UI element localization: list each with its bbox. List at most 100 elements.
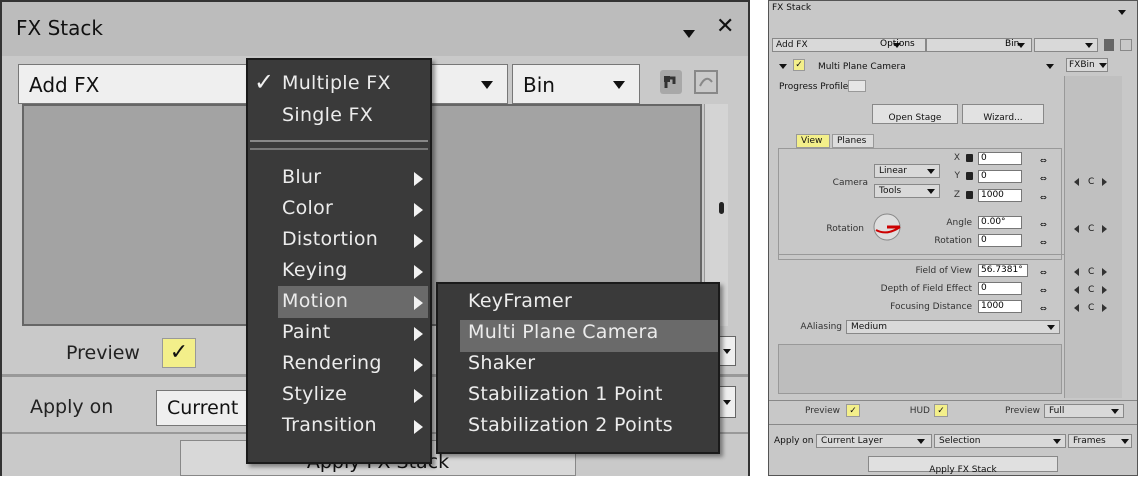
right-panel-title: FX Stack xyxy=(772,3,812,13)
right-key-next-icon-5[interactable] xyxy=(1102,304,1107,312)
right-scroll-track[interactable] xyxy=(1064,76,1122,398)
right-key-next-icon[interactable] xyxy=(1102,178,1107,186)
menu-item-label: Color xyxy=(282,197,334,219)
right-fxbin-dropdown[interactable]: FXBin xyxy=(1066,58,1108,72)
right-focus-input[interactable]: 1000 xyxy=(978,300,1022,313)
right-link-icon-5[interactable]: ⇔ xyxy=(1040,238,1047,247)
right-link-icon-6[interactable]: ⇔ xyxy=(1040,268,1047,277)
menu-item-blur[interactable]: Blur xyxy=(282,164,428,192)
left-bin-arrow-icon xyxy=(613,81,625,89)
right-dof-label: Depth of Field Effect xyxy=(880,284,972,294)
submenu-arrow-icon xyxy=(414,203,423,217)
right-camera-linear-dropdown[interactable]: Linear xyxy=(874,164,940,178)
submenu-item-stabilization-2-points[interactable]: Stabilization 2 Points xyxy=(468,414,673,436)
left-undo-icon[interactable] xyxy=(660,70,682,94)
menu-item-keying[interactable]: Keying xyxy=(282,257,428,285)
menu-item-single-fx[interactable]: Single FX xyxy=(282,104,373,126)
right-z-input[interactable]: 1000 xyxy=(978,189,1022,202)
right-key-next-icon-2[interactable] xyxy=(1102,225,1107,233)
right-tab-planes[interactable]: Planes xyxy=(832,134,874,148)
right-options-label[interactable]: Options xyxy=(880,39,915,49)
right-apply-on-label: Apply on xyxy=(774,436,814,446)
right-key-prev-icon-3[interactable] xyxy=(1074,268,1079,276)
submenu-item-stabilization-1-point[interactable]: Stabilization 1 Point xyxy=(468,383,663,405)
menu-item-color[interactable]: Color xyxy=(282,195,428,223)
right-current-layer-dropdown[interactable]: Current Layer xyxy=(816,434,932,448)
right-link-icon-2[interactable]: ⇔ xyxy=(1040,174,1047,183)
menu-item-stylize[interactable]: Stylize xyxy=(282,381,428,409)
right-lower-empty-area xyxy=(778,344,1062,394)
left-preview-checkbox[interactable]: ✓ xyxy=(162,338,196,368)
right-dof-input[interactable]: 0 xyxy=(978,282,1022,295)
left-close-icon[interactable]: ✕ xyxy=(716,16,734,38)
right-key-c-4[interactable]: C xyxy=(1088,285,1094,295)
right-undo-icon[interactable] xyxy=(1104,39,1114,51)
right-wizard-button[interactable]: Wizard... xyxy=(962,104,1044,124)
right-key-next-icon-4[interactable] xyxy=(1102,286,1107,294)
menu-item-distortion[interactable]: Distortion xyxy=(282,226,428,254)
right-link-icon-1[interactable]: ⇔ xyxy=(1040,156,1047,165)
right-fx-name-dropdown[interactable] xyxy=(1046,64,1054,69)
right-tab-view[interactable]: View xyxy=(796,134,830,148)
right-key-c[interactable]: C xyxy=(1088,177,1094,187)
left-add-fx-dropdown[interactable]: Add FX xyxy=(18,64,258,104)
submenu-item-multi-plane-camera[interactable]: Multi Plane Camera xyxy=(468,321,659,343)
right-apply-fx-stack-button[interactable]: Apply FX Stack xyxy=(868,456,1058,475)
right-key-next-icon-3[interactable] xyxy=(1102,268,1107,276)
right-y-label: Y xyxy=(954,171,961,181)
right-bottom-divider xyxy=(769,400,1137,401)
menu-item-label: Distortion xyxy=(282,228,379,250)
left-collapse-icon[interactable] xyxy=(683,30,695,38)
right-key-c-5[interactable]: C xyxy=(1088,303,1094,313)
submenu-item-shaker[interactable]: Shaker xyxy=(468,352,535,374)
left-scroll-handle[interactable] xyxy=(719,202,724,214)
left-apply-on-dropdown-edge[interactable] xyxy=(720,386,736,418)
right-progress-profile-box[interactable] xyxy=(848,80,866,92)
menu-item-motion[interactable]: Motion xyxy=(282,288,428,316)
menu-item-rendering[interactable]: Rendering xyxy=(282,350,428,378)
left-bin-dropdown[interactable]: Bin xyxy=(512,64,640,104)
right-link-icon-4[interactable]: ⇔ xyxy=(1040,220,1047,229)
right-hud-checkbox[interactable]: ✓ xyxy=(934,404,948,417)
left-options-dropdown[interactable] xyxy=(428,64,508,104)
right-bin-label[interactable]: Bin xyxy=(1005,39,1019,49)
right-redo-icon[interactable] xyxy=(1120,39,1132,51)
right-key-prev-icon-2[interactable] xyxy=(1074,225,1079,233)
right-angle-input[interactable]: 0.00° xyxy=(978,216,1022,229)
right-link-icon-3[interactable]: ⇔ xyxy=(1040,193,1047,202)
left-redo-icon[interactable] xyxy=(692,68,720,96)
right-fx-expand-icon[interactable] xyxy=(779,64,787,69)
right-frames-dropdown[interactable]: Frames xyxy=(1068,434,1132,448)
right-aliasing-dropdown[interactable]: Medium xyxy=(846,320,1060,334)
right-link-icon-8[interactable]: ⇔ xyxy=(1040,304,1047,313)
right-x-lock-icon[interactable] xyxy=(966,154,973,162)
right-y-input[interactable]: 0 xyxy=(978,170,1022,183)
menu-item-transition[interactable]: Transition xyxy=(282,412,428,440)
right-key-prev-icon-5[interactable] xyxy=(1074,304,1079,312)
menu-item-multiple-fx[interactable]: Multiple FX xyxy=(282,72,391,94)
right-key-prev-icon[interactable] xyxy=(1074,178,1079,186)
right-key-prev-icon-4[interactable] xyxy=(1074,286,1079,294)
right-fov-input[interactable]: 56.7381° xyxy=(978,264,1028,277)
right-key-c-2[interactable]: C xyxy=(1088,224,1094,234)
right-collapse-icon[interactable] xyxy=(1118,10,1126,15)
right-bin-dropdown[interactable] xyxy=(1034,38,1098,52)
right-z-lock-icon[interactable] xyxy=(966,191,973,199)
right-selection-dropdown[interactable]: Selection xyxy=(934,434,1066,448)
right-x-input[interactable]: 0 xyxy=(978,152,1022,165)
right-open-stage-button[interactable]: Open Stage xyxy=(872,104,958,124)
right-rotation-dial-icon[interactable] xyxy=(872,212,902,242)
right-link-icon-7[interactable]: ⇔ xyxy=(1040,286,1047,295)
right-camera-tools-dropdown[interactable]: Tools xyxy=(874,184,940,198)
right-preview2-label: Preview xyxy=(1004,406,1040,416)
right-rotation-label: Rotation xyxy=(826,224,864,234)
menu-item-paint[interactable]: Paint xyxy=(282,319,428,347)
right-y-lock-icon[interactable] xyxy=(966,172,973,180)
left-preview-dropdown-edge[interactable] xyxy=(720,336,736,366)
right-preview-checkbox[interactable]: ✓ xyxy=(846,404,860,417)
right-fx-enabled-checkbox[interactable]: ✓ xyxy=(793,59,805,71)
right-preview2-dropdown[interactable]: Full xyxy=(1044,404,1124,418)
right-rotation2-input[interactable]: 0 xyxy=(978,234,1022,247)
submenu-item-keyframer[interactable]: KeyFramer xyxy=(468,290,572,312)
right-key-c-3[interactable]: C xyxy=(1088,267,1094,277)
